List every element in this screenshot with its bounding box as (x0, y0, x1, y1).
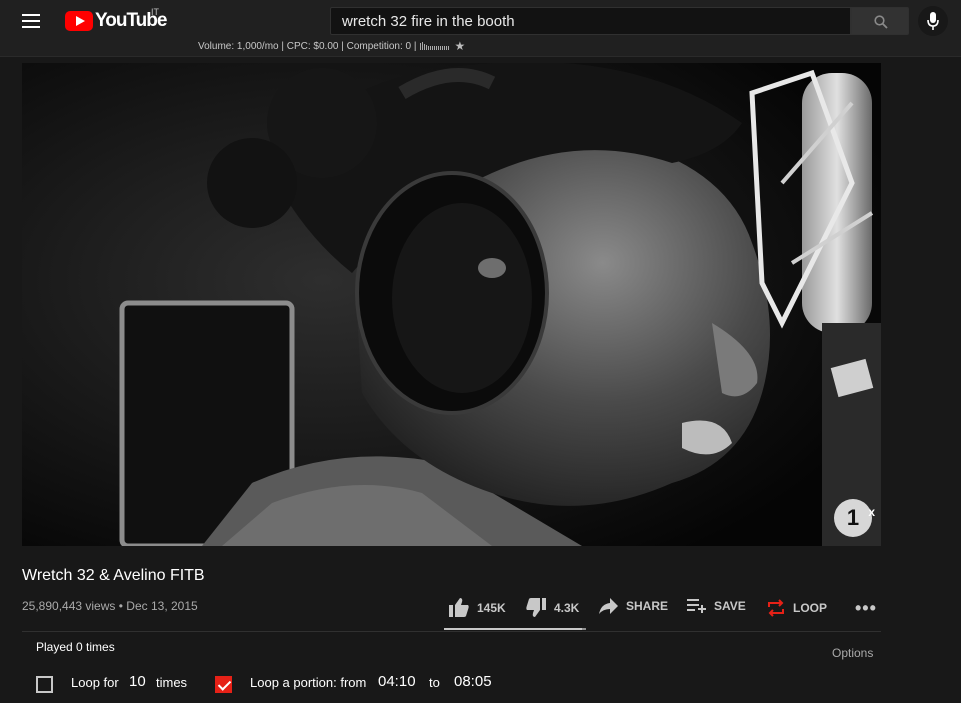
played-count: Played 0 times (36, 640, 115, 654)
thumbs-down-icon (526, 598, 546, 617)
loop-button[interactable]: LOOP (767, 598, 827, 618)
trend-bar (428, 46, 430, 50)
watermark-sup: x (868, 505, 875, 519)
playlist-add-icon (687, 599, 706, 613)
loop-from-field[interactable]: 04:10 (378, 673, 416, 690)
masthead: YouTube IT Volume: 1,000/mo | CPC: $0.00… (0, 0, 961, 57)
trend-bar (426, 45, 428, 50)
more-actions-icon[interactable]: ••• (855, 598, 877, 619)
loop-icon (768, 599, 784, 617)
trend-bar (446, 46, 448, 50)
video-title: Wretch 32 & Avelino FITB (22, 567, 205, 584)
times-label: times (156, 675, 188, 690)
trend-bar (432, 46, 434, 50)
search-icon (874, 15, 888, 29)
share-label: SHARE (626, 599, 669, 613)
loop-portion-label: Loop a portion: from (250, 675, 367, 690)
save-button[interactable]: SAVE (687, 598, 746, 613)
trend-bar (436, 46, 438, 50)
voice-search-button[interactable] (918, 6, 948, 36)
loop-for-label: Loop for (71, 675, 119, 690)
trend-bar (444, 46, 446, 50)
trend-bar (442, 46, 444, 50)
loop-count-field[interactable]: 10 (129, 673, 146, 690)
search-input[interactable] (331, 8, 850, 34)
trend-bar (424, 44, 426, 50)
keyword-trend-sparkline (420, 42, 450, 50)
action-bar: 145K 4.3K SHARE SAVE LOOP ••• (0, 596, 961, 620)
trend-bar (420, 43, 422, 50)
menu-icon[interactable] (22, 12, 44, 30)
video-frame (22, 63, 881, 546)
search-box[interactable] (330, 7, 851, 35)
trend-bar (422, 42, 424, 50)
keyword-stats-text: Volume: 1,000/mo | CPC: $0.00 | Competit… (198, 40, 417, 52)
trend-bar (448, 46, 450, 50)
watermark-text: 1 (846, 505, 860, 530)
trend-bar (440, 46, 442, 50)
to-label: to (429, 675, 440, 690)
share-arrow-icon (599, 598, 618, 614)
loop-label: LOOP (793, 601, 828, 615)
dislike-button[interactable]: 4.3K (526, 598, 579, 617)
thumbs-up-icon (449, 598, 469, 617)
country-code: IT (151, 7, 159, 17)
like-count: 145K (477, 600, 506, 615)
play-logo-icon (65, 11, 93, 31)
like-dislike-ratio-bar (444, 628, 586, 630)
channel-watermark[interactable]: 1x (834, 499, 875, 537)
microphone-icon (927, 12, 939, 30)
search-button[interactable] (851, 7, 909, 35)
loop-portion-checkbox[interactable] (215, 676, 232, 693)
save-label: SAVE (714, 598, 746, 613)
video-player[interactable]: 1x (22, 63, 881, 546)
trend-bar (434, 46, 436, 50)
like-button[interactable]: 145K (449, 598, 506, 617)
options-link[interactable]: Options (832, 646, 873, 660)
keyword-stats: Volume: 1,000/mo | CPC: $0.00 | Competit… (198, 39, 465, 53)
loop-to-field[interactable]: 08:05 (454, 673, 492, 690)
share-button[interactable]: SHARE (599, 598, 668, 614)
dislike-count: 4.3K (554, 600, 580, 615)
divider (22, 631, 881, 632)
trend-bar (430, 46, 432, 50)
star-icon[interactable]: ★ (454, 39, 465, 53)
loop-for-checkbox[interactable] (36, 676, 53, 693)
like-ratio-fill (444, 628, 582, 630)
trend-bar (438, 46, 440, 50)
